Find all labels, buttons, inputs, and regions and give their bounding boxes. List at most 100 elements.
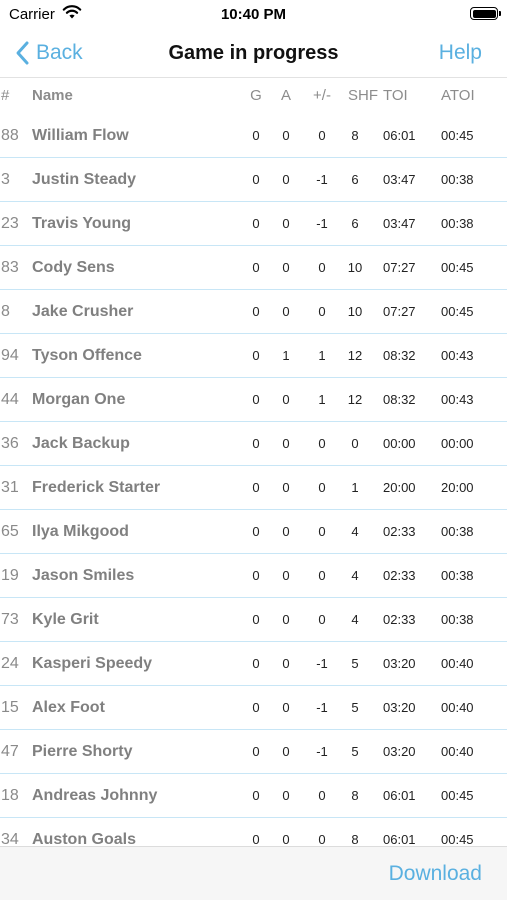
table-row[interactable]: 34 Auston Goals 0 0 0 8 06:01 00:45 [0, 818, 507, 846]
assists-value: 0 [282, 480, 290, 495]
table-row[interactable]: 3 Justin Steady 0 0 -1 6 03:47 00:38 [0, 158, 507, 202]
table-row[interactable]: 24 Kasperi Speedy 0 0 -1 5 03:20 00:40 [0, 642, 507, 686]
table-row[interactable]: 19 Jason Smiles 0 0 0 4 02:33 00:38 [0, 554, 507, 598]
player-name: Frederick Starter [32, 479, 161, 496]
shifts-value: 10 [347, 304, 363, 319]
table-row[interactable]: 31 Frederick Starter 0 0 0 1 20:00 20:00 [0, 466, 507, 510]
shifts-value: 12 [347, 392, 363, 407]
player-number: 34 [1, 831, 19, 846]
atoi-value: 00:40 [441, 744, 474, 759]
goals-value: 0 [252, 128, 260, 143]
player-number: 88 [1, 127, 19, 144]
table-row[interactable]: 23 Travis Young 0 0 -1 6 03:47 00:38 [0, 202, 507, 246]
toi-value: 03:47 [383, 216, 416, 231]
toi-value: 06:01 [383, 128, 416, 143]
atoi-value: 00:40 [441, 656, 474, 671]
toi-value: 20:00 [383, 480, 416, 495]
goals-value: 0 [252, 436, 260, 451]
toi-value: 03:20 [383, 744, 416, 759]
atoi-value: 00:45 [441, 128, 474, 143]
column-header-assists: A [280, 87, 291, 104]
shifts-value: 5 [351, 656, 359, 671]
column-header-goals: G [250, 87, 262, 104]
shifts-value: 4 [351, 612, 359, 627]
back-button[interactable]: Back [14, 40, 83, 66]
assists-value: 0 [282, 568, 290, 583]
table-row[interactable]: 36 Jack Backup 0 0 0 0 00:00 00:00 [0, 422, 507, 466]
battery-icon [470, 7, 501, 20]
goals-value: 0 [252, 172, 260, 187]
navigation-bar: Back Game in progress Help [0, 30, 507, 78]
table-row[interactable]: 65 Ilya Mikgood 0 0 0 4 02:33 00:38 [0, 510, 507, 554]
table-row[interactable]: 15 Alex Foot 0 0 -1 5 03:20 00:40 [0, 686, 507, 730]
download-button[interactable]: Download [389, 862, 482, 886]
goals-value: 0 [252, 480, 260, 495]
player-name: Ilya Mikgood [32, 523, 129, 540]
player-stats-table[interactable]: # Name G A +/- SHF TOI ATOI 88 William Fl… [0, 78, 507, 846]
player-number: 83 [1, 259, 19, 276]
bottom-toolbar: Download [0, 846, 507, 900]
toi-value: 06:01 [383, 788, 416, 803]
player-number: 31 [1, 479, 19, 496]
player-number: 94 [1, 347, 19, 364]
assists-value: 0 [282, 260, 290, 275]
plus-minus-value: -1 [316, 216, 328, 231]
shifts-value: 5 [351, 700, 359, 715]
chevron-left-icon [16, 41, 29, 65]
table-row[interactable]: 47 Pierre Shorty 0 0 -1 5 03:20 00:40 [0, 730, 507, 774]
player-name: Travis Young [32, 215, 131, 232]
assists-value: 0 [282, 744, 290, 759]
assists-value: 0 [282, 172, 290, 187]
table-row[interactable]: 88 William Flow 0 0 0 8 06:01 00:45 [0, 114, 507, 158]
column-header-name: Name [32, 87, 73, 104]
atoi-value: 00:38 [441, 568, 474, 583]
goals-value: 0 [252, 216, 260, 231]
atoi-value: 00:38 [441, 216, 474, 231]
goals-value: 0 [252, 524, 260, 539]
table-row[interactable]: 18 Andreas Johnny 0 0 0 8 06:01 00:45 [0, 774, 507, 818]
player-name: Andreas Johnny [32, 787, 158, 804]
toi-value: 07:27 [383, 304, 416, 319]
plus-minus-value: -1 [316, 700, 328, 715]
table-row[interactable]: 44 Morgan One 0 0 1 12 08:32 00:43 [0, 378, 507, 422]
goals-value: 0 [252, 260, 260, 275]
player-name: Tyson Offence [32, 347, 142, 364]
plus-minus-value: 1 [318, 392, 326, 407]
table-row[interactable]: 83 Cody Sens 0 0 0 10 07:27 00:45 [0, 246, 507, 290]
table-row[interactable]: 73 Kyle Grit 0 0 0 4 02:33 00:38 [0, 598, 507, 642]
table-row[interactable]: 94 Tyson Offence 0 1 1 12 08:32 00:43 [0, 334, 507, 378]
back-button-label: Back [36, 41, 83, 64]
shifts-value: 4 [351, 568, 359, 583]
help-button[interactable]: Help [439, 41, 482, 65]
toi-value: 03:47 [383, 172, 416, 187]
assists-value: 0 [282, 832, 290, 846]
player-number: 65 [1, 523, 19, 540]
column-header-toi: TOI [383, 87, 408, 104]
clock: 10:40 PM [220, 6, 287, 23]
plus-minus-value: -1 [316, 656, 328, 671]
goals-value: 0 [252, 568, 260, 583]
toi-value: 06:01 [383, 832, 416, 846]
player-name: Auston Goals [32, 831, 137, 846]
goals-value: 0 [252, 832, 260, 846]
goals-value: 0 [252, 612, 260, 627]
plus-minus-value: 0 [318, 832, 326, 846]
assists-value: 0 [282, 216, 290, 231]
player-number: 36 [1, 435, 19, 452]
goals-value: 0 [252, 656, 260, 671]
plus-minus-value: 0 [318, 260, 326, 275]
player-name: William Flow [32, 127, 129, 144]
assists-value: 0 [282, 612, 290, 627]
player-number: 15 [1, 699, 19, 716]
column-header-atoi: ATOI [441, 87, 475, 104]
toi-value: 03:20 [383, 700, 416, 715]
player-name: Pierre Shorty [32, 743, 133, 760]
goals-value: 0 [252, 392, 260, 407]
table-row[interactable]: 8 Jake Crusher 0 0 0 10 07:27 00:45 [0, 290, 507, 334]
plus-minus-value: 1 [318, 348, 326, 363]
atoi-value: 00:45 [441, 832, 474, 846]
atoi-value: 00:38 [441, 524, 474, 539]
toi-value: 00:00 [383, 436, 416, 451]
plus-minus-value: 0 [318, 524, 326, 539]
plus-minus-value: 0 [318, 480, 326, 495]
